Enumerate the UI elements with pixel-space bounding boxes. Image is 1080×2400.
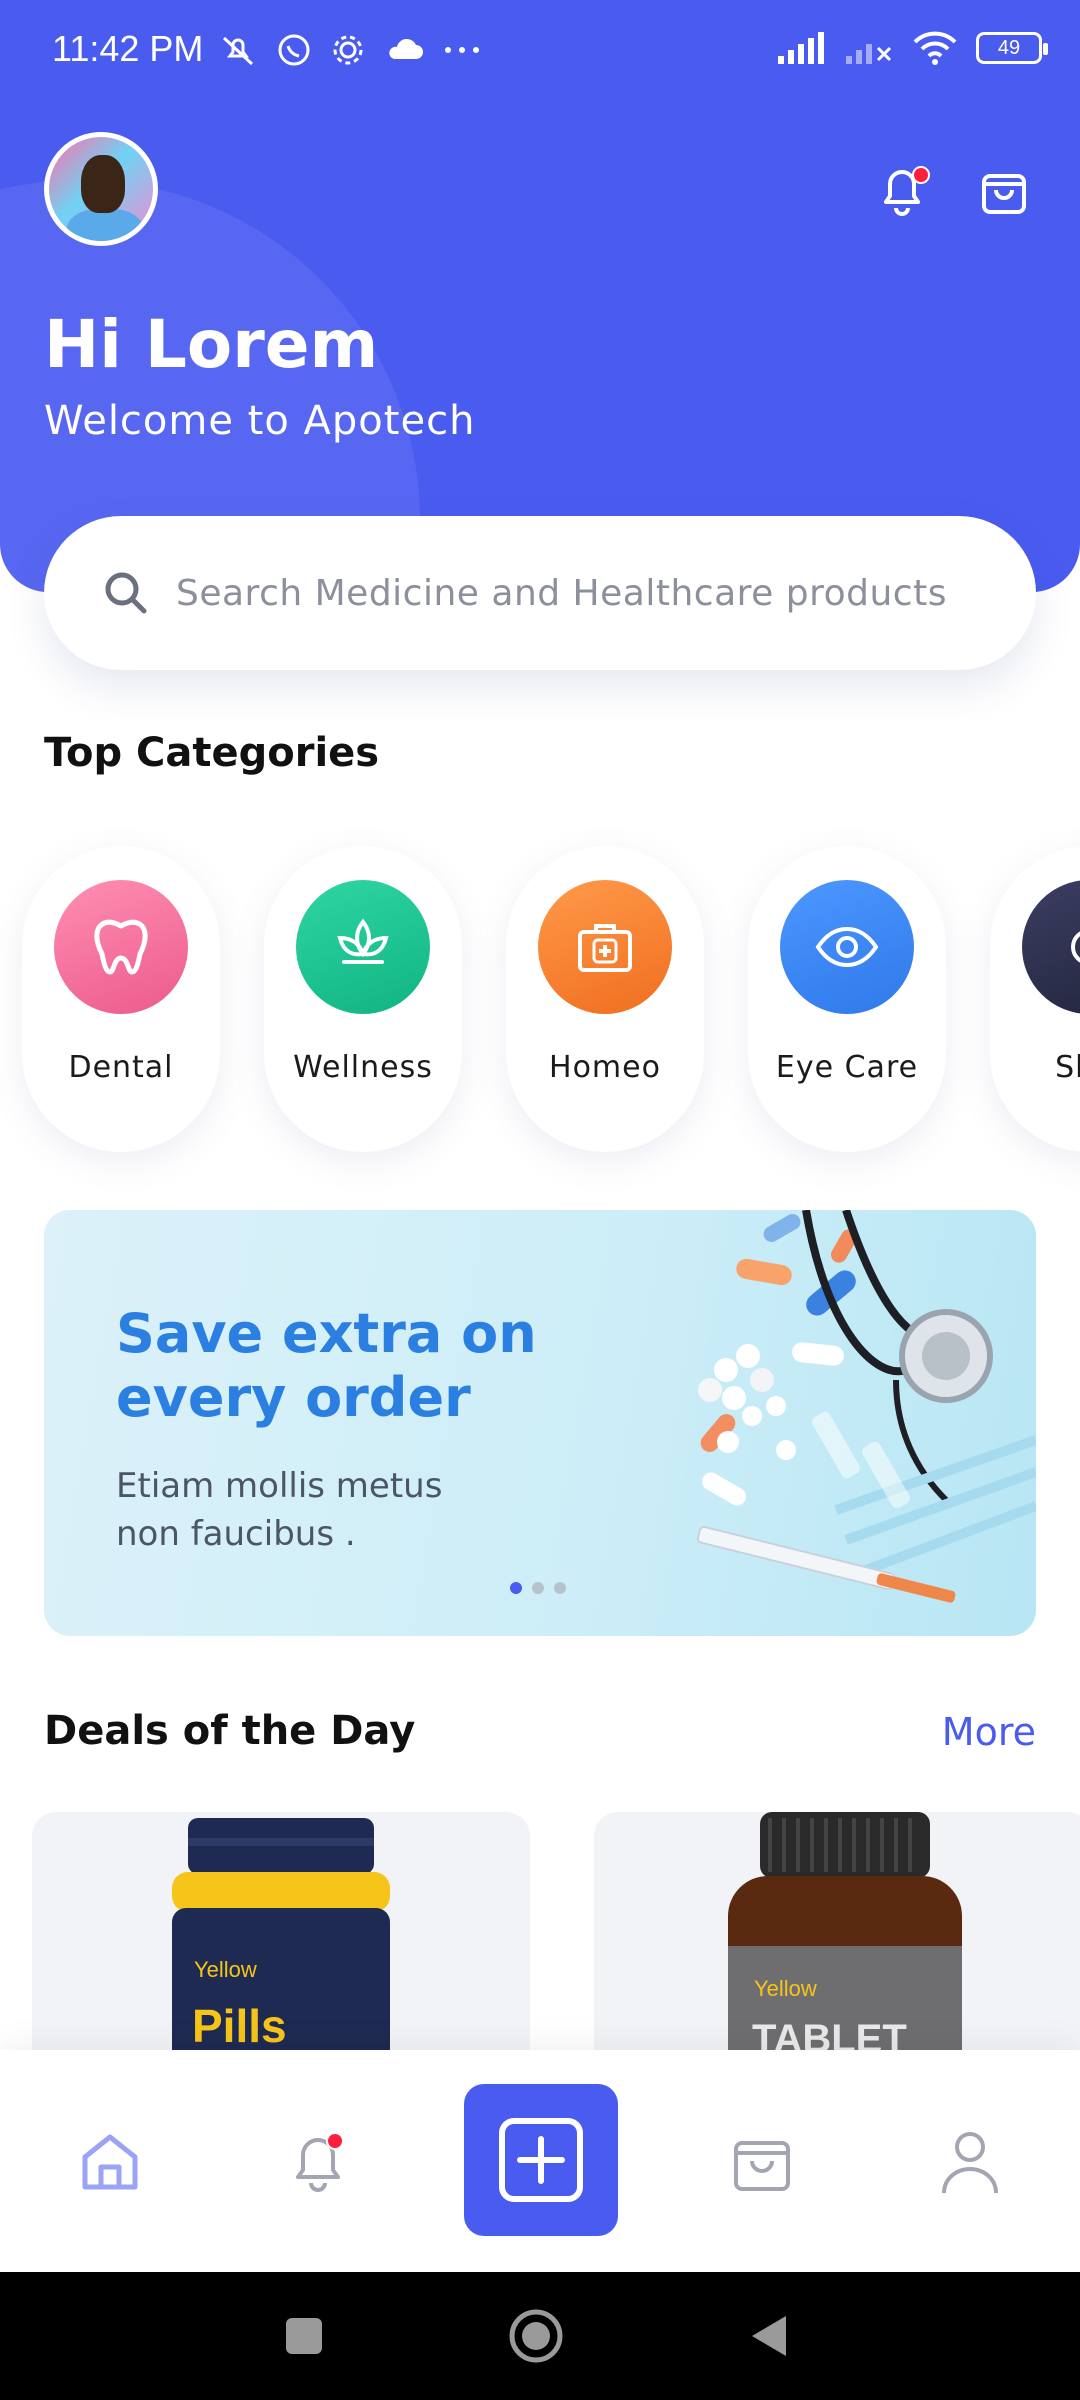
top-categories-title: Top Categories [44, 730, 380, 776]
tooth-icon [94, 919, 148, 975]
mute-icon [222, 36, 254, 66]
product-image: Yellow TABLET [728, 1812, 962, 2052]
recents-icon[interactable] [282, 2314, 326, 2358]
nav-home[interactable] [68, 2120, 152, 2204]
product-brand: Yellow [754, 1976, 817, 2001]
category-label: Homeo [549, 1050, 661, 1085]
shopping-bag-icon [982, 174, 1026, 214]
notification-badge [912, 166, 930, 184]
search-icon [105, 572, 147, 614]
banner-subtitle: Etiam mollis metus non faucibus . [116, 1462, 442, 1558]
category-icon-bg [1022, 880, 1080, 1014]
whatsapp-icon [278, 34, 310, 66]
category-icon-bg [296, 880, 430, 1014]
category-label: Eye Care [775, 1050, 919, 1085]
carousel-dot-3[interactable] [554, 1582, 566, 1594]
wifi-icon [913, 31, 957, 65]
welcome-subtitle: Welcome to Apotech [44, 398, 476, 444]
leaf-icon [337, 918, 389, 964]
nav-notifications[interactable] [276, 2120, 360, 2204]
app-screen: 11:42 PM 49 Hi Lorem Welcome to Apotech … [0, 0, 1080, 2400]
avatar[interactable] [44, 132, 158, 246]
avatar-shirt [67, 209, 143, 241]
nav-cart[interactable] [720, 2120, 804, 2204]
category-eye-care[interactable]: Eye Care [748, 846, 946, 1152]
bottom-navigation [0, 2050, 1080, 2272]
categories-row: Dental Wellness Homeo Eye Care Skin [22, 846, 1080, 1152]
category-icon-bg [538, 880, 672, 1014]
product-card[interactable]: Yellow Pills [32, 1812, 530, 2052]
banner-sub-line2: non faucibus . [116, 1514, 356, 1554]
home-circle-icon[interactable] [508, 2308, 564, 2364]
back-icon[interactable] [746, 2312, 790, 2360]
promo-banner[interactable]: Save extra on every order Etiam mollis m… [44, 1210, 1036, 1636]
carousel-indicator [510, 1582, 566, 1594]
category-icon-bg [54, 880, 188, 1014]
medical-kit-icon [578, 924, 632, 972]
category-label: Wellness [293, 1050, 433, 1085]
status-time: 11:42 PM [52, 28, 204, 69]
status-bar: 11:42 PM 49 [0, 0, 1080, 100]
notification-badge [326, 2132, 344, 2150]
search-placeholder: Search Medicine and Healthcare products [176, 572, 947, 614]
product-name: Pills [192, 2000, 287, 2052]
system-navigation-bar [0, 2272, 1080, 2400]
product-name: TABLET [752, 2017, 907, 2052]
category-wellness[interactable]: Wellness [264, 846, 462, 1152]
category-skin[interactable]: Skin [990, 846, 1080, 1152]
signal-no-service-icon [846, 44, 892, 64]
medical-illustration [696, 1210, 1036, 1603]
battery-level: 49 [997, 36, 1021, 59]
home-icon [82, 2134, 138, 2190]
eye-icon [815, 926, 879, 968]
battery-icon: 49 [976, 32, 1048, 64]
category-label: Skin [1055, 1050, 1080, 1085]
settings-icon [333, 35, 363, 65]
deals-title: Deals of the Day [44, 1708, 416, 1754]
bag-icon [734, 2141, 790, 2191]
add-icon [499, 2118, 583, 2202]
nav-profile[interactable] [928, 2120, 1012, 2204]
search-input[interactable]: Search Medicine and Healthcare products [44, 516, 1036, 670]
add-button[interactable] [464, 2084, 618, 2236]
status-icons-right: 49 [776, 30, 1048, 66]
profile-icon [942, 2132, 998, 2194]
more-link[interactable]: More [942, 1710, 1036, 1754]
product-image: Yellow Pills [172, 1818, 390, 2052]
category-label: Dental [68, 1050, 174, 1085]
more-dots-icon [445, 47, 479, 53]
category-icon-bg [780, 880, 914, 1014]
deals-list: Yellow Pills Yellow TABLET [32, 1812, 1080, 2052]
category-homeo[interactable]: Homeo [506, 846, 704, 1152]
category-dental[interactable]: Dental [22, 846, 220, 1152]
cloud-icon [389, 38, 423, 59]
skin-icon [1071, 931, 1080, 963]
avatar-face [81, 155, 125, 213]
status-icons-left [218, 30, 482, 70]
carousel-dot-2[interactable] [532, 1582, 544, 1594]
greeting-title: Hi Lorem [44, 306, 379, 383]
notifications-button[interactable] [872, 160, 932, 220]
signal-icon [778, 32, 824, 64]
banner-title-line1: Save extra on [116, 1302, 537, 1365]
cart-button[interactable] [974, 160, 1034, 220]
banner-title: Save extra on every order [116, 1302, 537, 1430]
product-card[interactable]: Yellow TABLET [594, 1812, 1080, 2052]
banner-sub-line1: Etiam mollis metus [116, 1466, 443, 1506]
product-brand: Yellow [194, 1957, 257, 1982]
banner-title-line2: every order [116, 1366, 471, 1429]
carousel-dot-1[interactable] [510, 1582, 522, 1594]
